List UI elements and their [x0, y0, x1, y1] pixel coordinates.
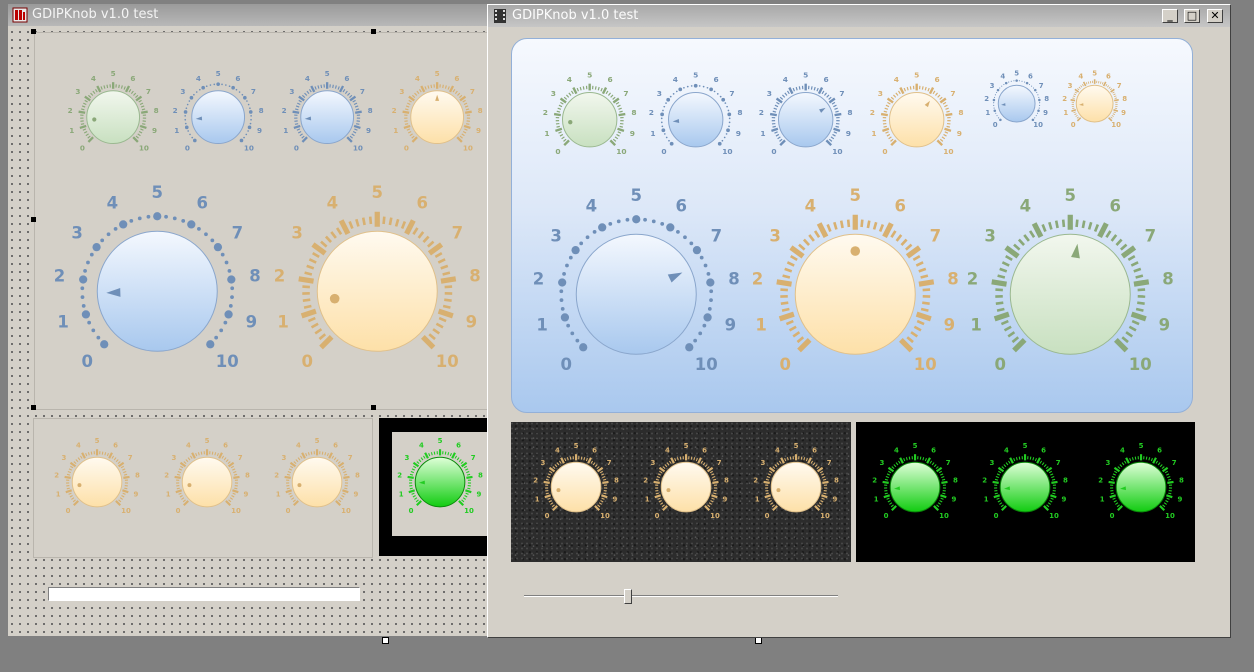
designer-window: GDIPKnob v1.0 test	[8, 4, 492, 636]
selection-handle[interactable]	[31, 405, 36, 410]
app-icon	[12, 7, 28, 23]
designer-inner-panel	[392, 432, 492, 536]
main-window: GDIPKnob v1.0 test _ □ ✕	[487, 4, 1231, 638]
selection-handle[interactable]	[755, 637, 762, 644]
selection-handle[interactable]	[371, 405, 376, 410]
selection-handle[interactable]	[382, 637, 389, 644]
close-button[interactable]: ✕	[1207, 9, 1223, 23]
selection-handle[interactable]	[31, 217, 36, 222]
designer-titlebar: GDIPKnob v1.0 test	[8, 4, 492, 26]
designer-trackbar[interactable]	[48, 587, 360, 601]
trackbar-thumb[interactable]	[623, 589, 632, 604]
blue-gradient-panel	[511, 38, 1193, 413]
selection-handle[interactable]	[31, 29, 36, 34]
main-title: GDIPKnob v1.0 test	[512, 8, 639, 23]
main-trackbar[interactable]	[524, 595, 838, 597]
minimize-button[interactable]: _	[1162, 9, 1178, 23]
maximize-button[interactable]: □	[1184, 9, 1200, 23]
film-icon	[494, 9, 506, 23]
black-panel	[856, 422, 1195, 562]
designer-title: GDIPKnob v1.0 test	[32, 7, 159, 22]
stone-texture-panel	[511, 422, 851, 562]
designer-panel-top	[34, 32, 490, 410]
designer-panel-bottom	[33, 418, 373, 558]
selection-handle[interactable]	[371, 29, 376, 34]
main-titlebar: GDIPKnob v1.0 test _ □ ✕	[488, 5, 1230, 27]
